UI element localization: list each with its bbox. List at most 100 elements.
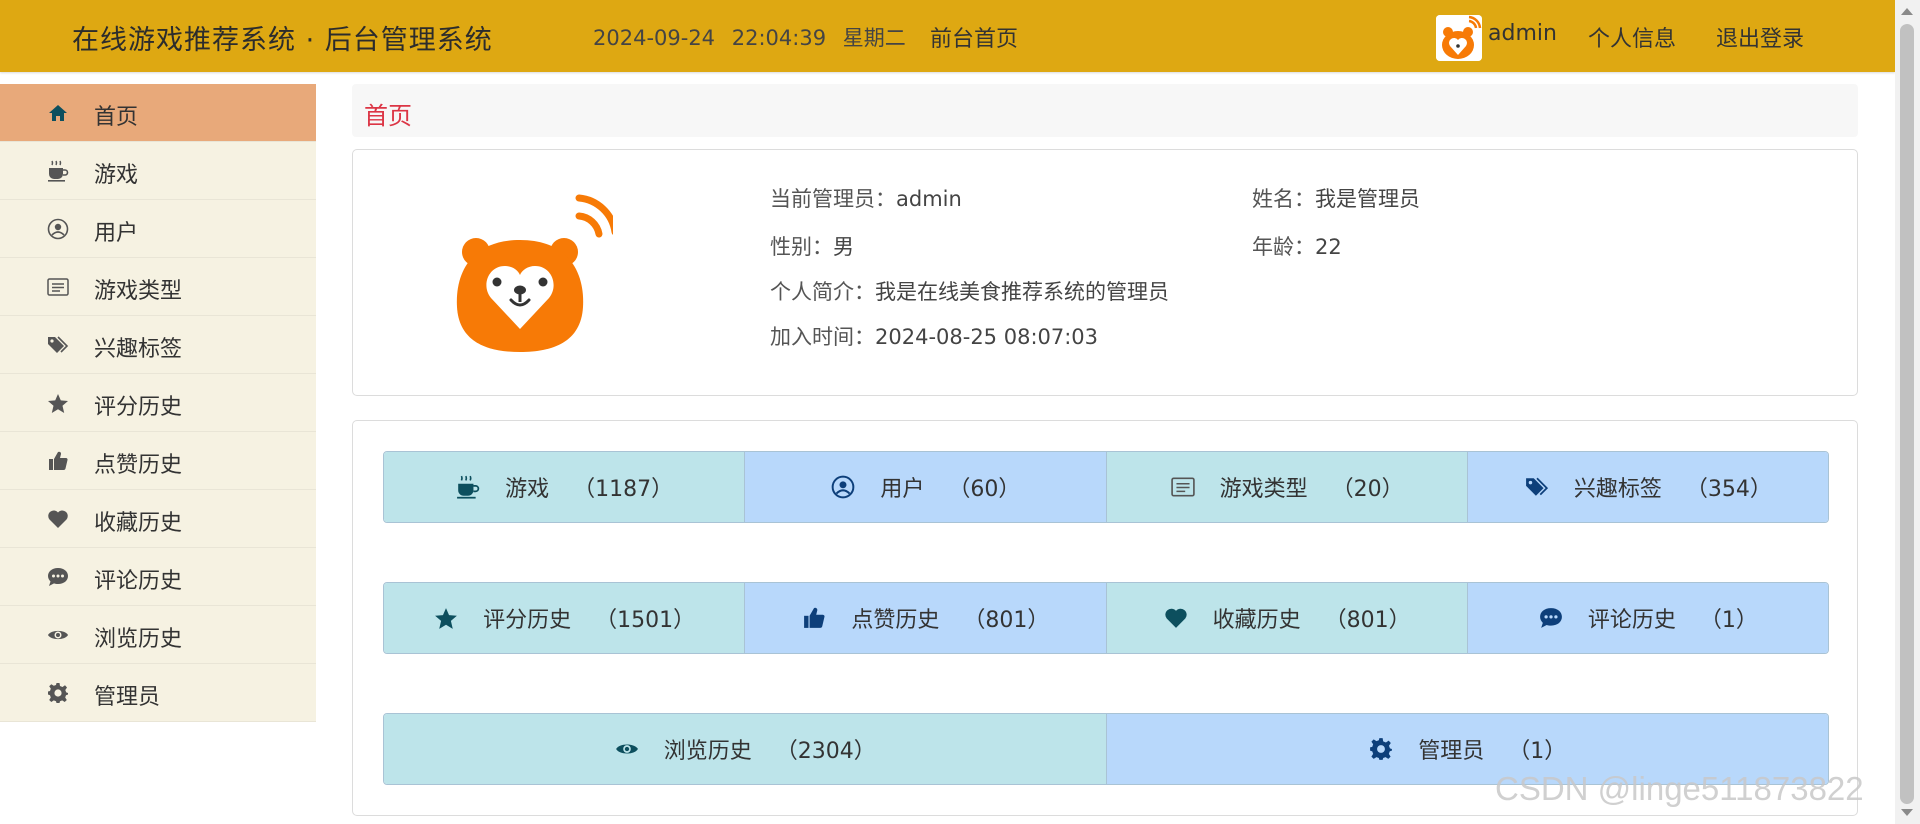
stat-label: 管理员 [1418, 739, 1485, 764]
sidebar-item-home[interactable]: 首页 [0, 84, 316, 142]
gender-label: 性别： [770, 235, 833, 259]
stat-browse-history[interactable]: 浏览历史 （2304） [384, 714, 1107, 784]
gear-icon [1368, 737, 1394, 761]
stat-count: （1501） [595, 608, 696, 633]
stat-label: 用户 [880, 477, 925, 502]
sidebar-item-admins[interactable]: 管理员 [0, 664, 316, 722]
heart-icon [46, 508, 70, 530]
bio-value: 我是在线美食推荐系统的管理员 [875, 280, 1169, 304]
sidebar-item-interest-tags[interactable]: 兴趣标签 [0, 316, 316, 374]
admin-profile-card: 当前管理员：admin 姓名：我是管理员 性别：男 年龄：22 个人简介：我是在… [352, 149, 1858, 396]
user-circle-icon [46, 218, 70, 240]
stat-count: （1187） [573, 477, 674, 502]
sidebar-item-label: 游戏 [94, 163, 139, 188]
star-icon [46, 392, 70, 414]
stat-label: 收藏历史 [1212, 608, 1301, 633]
sidebar-item-label: 管理员 [94, 685, 161, 710]
bio-label: 个人简介： [770, 280, 875, 304]
current-username[interactable]: admin [1488, 21, 1557, 46]
stat-count: （1） [1508, 739, 1567, 764]
comment-icon [1538, 606, 1564, 630]
name-value: 我是管理员 [1315, 187, 1420, 211]
bear-logo-icon [433, 182, 619, 352]
stat-count: （354） [1685, 477, 1772, 502]
list-icon [46, 276, 70, 298]
stat-game-types[interactable]: 游戏类型 （20） [1106, 452, 1468, 522]
current-admin-field: 当前管理员：admin [770, 183, 962, 213]
breadcrumb-current[interactable]: 首页 [364, 96, 412, 131]
current-date: 2024-09-24 [593, 26, 716, 50]
eye-icon [46, 624, 70, 646]
thumbs-up-icon [46, 450, 70, 472]
sidebar-item-rating-history[interactable]: 评分历史 [0, 374, 316, 432]
sidebar-item-favorite-history[interactable]: 收藏历史 [0, 490, 316, 548]
sidebar-item-label: 点赞历史 [94, 453, 183, 478]
thumbs-up-icon [801, 606, 827, 630]
avatar[interactable] [1436, 15, 1482, 61]
stat-interest-tags[interactable]: 兴趣标签 （354） [1467, 452, 1828, 522]
sidebar-item-users[interactable]: 用户 [0, 200, 316, 258]
star-icon [433, 606, 459, 630]
sidebar-item-label: 评论历史 [94, 569, 183, 594]
current-admin-value: admin [896, 187, 962, 211]
age-field: 年龄：22 [1252, 231, 1342, 261]
stats-row: 游戏 （1187） 用户 （60） 游戏类型 （20） 兴趣标签 （354） [383, 451, 1829, 523]
watermark: CSDN @linge511873822 [1495, 770, 1864, 807]
frontend-home-link[interactable]: 前台首页 [930, 21, 1018, 53]
stat-label: 浏览历史 [663, 739, 752, 764]
stat-comment-history[interactable]: 评论历史 （1） [1467, 583, 1828, 653]
stat-favorite-history[interactable]: 收藏历史 （801） [1106, 583, 1468, 653]
current-time: 22:04:39 [731, 26, 827, 50]
coffee-icon [455, 475, 481, 499]
stat-count: （2304） [775, 739, 876, 764]
stat-users[interactable]: 用户 （60） [745, 452, 1107, 522]
scroll-up-arrow-icon[interactable] [1901, 8, 1913, 15]
sidebar-item-label: 用户 [94, 221, 139, 246]
breadcrumb: 首页 [352, 84, 1858, 137]
app-title: 在线游戏推荐系统 · 后台管理系统 [72, 25, 493, 56]
tags-icon [46, 334, 70, 356]
stat-count: （60） [948, 477, 1021, 502]
sidebar-item-browse-history[interactable]: 浏览历史 [0, 606, 316, 664]
joined-field: 加入时间：2024-08-25 08:07:03 [770, 321, 1098, 351]
sidebar: 首页 游戏 用户 游戏类型 兴趣标签 评分历史 点赞历史 收藏历史 评论历史 浏… [0, 84, 316, 722]
home-icon [46, 102, 70, 124]
stat-games[interactable]: 游戏 （1187） [384, 452, 746, 522]
stat-label: 评分历史 [483, 608, 572, 633]
heart-icon [1163, 606, 1189, 630]
coffee-icon [46, 160, 70, 182]
page-scrollbar[interactable] [1895, 0, 1920, 824]
sidebar-item-games[interactable]: 游戏 [0, 142, 316, 200]
current-admin-label: 当前管理员： [770, 187, 896, 211]
bear-avatar-icon [1436, 15, 1482, 61]
scroll-down-arrow-icon[interactable] [1901, 809, 1913, 816]
logout-link[interactable]: 退出登录 [1716, 21, 1804, 53]
stat-like-history[interactable]: 点赞历史 （801） [745, 583, 1107, 653]
stat-rating-history[interactable]: 评分历史 （1501） [384, 583, 746, 653]
stat-count: （20） [1331, 477, 1404, 502]
joined-value: 2024-08-25 08:07:03 [875, 325, 1099, 349]
sidebar-item-label: 首页 [94, 105, 139, 130]
sidebar-item-comment-history[interactable]: 评论历史 [0, 548, 316, 606]
age-value: 22 [1315, 235, 1342, 259]
age-label: 年龄： [1252, 235, 1315, 259]
eye-icon [614, 737, 640, 761]
sidebar-item-label: 游戏类型 [94, 279, 183, 304]
stat-label: 游戏 [505, 477, 550, 502]
sidebar-item-game-types[interactable]: 游戏类型 [0, 258, 316, 316]
sidebar-item-like-history[interactable]: 点赞历史 [0, 432, 316, 490]
user-circle-icon [830, 475, 856, 499]
stat-label: 评论历史 [1587, 608, 1676, 633]
stats-card: 游戏 （1187） 用户 （60） 游戏类型 （20） 兴趣标签 （354） 评… [352, 420, 1858, 816]
current-weekday: 星期二 [842, 26, 906, 50]
sidebar-item-label: 浏览历史 [94, 627, 183, 652]
stat-count: （1） [1699, 608, 1758, 633]
stats-row: 评分历史 （1501） 点赞历史 （801） 收藏历史 （801） 评论历史 （… [383, 582, 1829, 654]
profile-link[interactable]: 个人信息 [1588, 21, 1676, 53]
stat-label: 点赞历史 [851, 608, 940, 633]
scrollbar-thumb[interactable] [1900, 24, 1914, 804]
tags-icon [1524, 475, 1550, 499]
joined-label: 加入时间： [770, 325, 875, 349]
list-icon [1170, 475, 1196, 499]
comment-icon [46, 566, 70, 588]
